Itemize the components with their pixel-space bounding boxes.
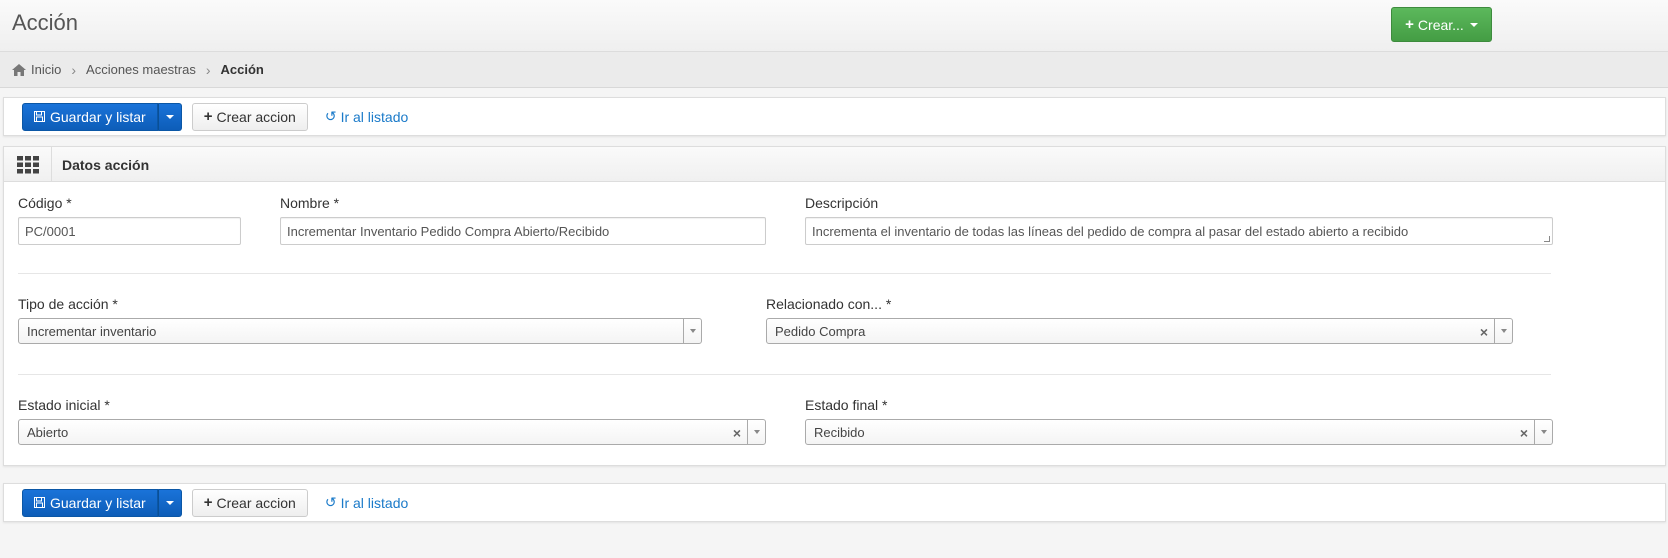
estado-inicial-select[interactable]: Abierto × — [18, 419, 766, 445]
plus-icon: + — [203, 494, 213, 511]
save-button-group: Guardar y listar — [22, 488, 182, 517]
codigo-label: Código * — [18, 195, 72, 211]
save-icon — [34, 111, 45, 122]
descripcion-value: Incrementa el inventario de todas las lí… — [812, 224, 1409, 239]
save-icon — [34, 497, 45, 508]
clear-icon[interactable]: × — [733, 425, 741, 441]
save-button-group: Guardar y listar — [22, 102, 182, 131]
chevron-down-icon — [1469, 22, 1478, 27]
save-and-list-button[interactable]: Guardar y listar — [22, 488, 158, 517]
dropdown-arrow-icon[interactable] — [1494, 319, 1512, 343]
nombre-input[interactable]: Incrementar Inventario Pedido Compra Abi… — [280, 217, 766, 245]
chevron-right-icon: › — [71, 61, 77, 78]
home-icon — [12, 63, 26, 76]
relacionado-select[interactable]: Pedido Compra × — [766, 318, 1513, 344]
plus-icon: + — [1405, 16, 1414, 33]
breadcrumb-home[interactable]: Inicio — [31, 62, 61, 77]
descripcion-label: Descripción — [805, 195, 879, 211]
undo-icon: ↺ — [324, 108, 337, 124]
estado-inicial-label: Estado inicial * — [18, 397, 110, 413]
create-action-label: Crear accion — [216, 494, 296, 511]
save-options-dropdown[interactable] — [157, 488, 182, 517]
bottom-toolbar: Guardar y listar + Crear accion ↺ Ir al … — [3, 483, 1666, 522]
divider — [18, 273, 1551, 274]
save-button-label: Guardar y listar — [50, 494, 146, 511]
codigo-input[interactable]: PC/0001 — [18, 217, 241, 245]
estado-final-label: Estado final * — [805, 397, 888, 413]
create-button-label: Crear... — [1417, 16, 1464, 33]
dropdown-arrow-icon[interactable] — [747, 420, 765, 444]
save-button-label: Guardar y listar — [50, 108, 146, 125]
page-header: Acción + Crear... — [0, 0, 1668, 52]
relacionado-value: Pedido Compra — [775, 324, 866, 339]
top-toolbar: Guardar y listar + Crear accion ↺ Ir al … — [3, 97, 1666, 136]
chevron-down-icon — [165, 114, 174, 119]
grid-icon — [16, 155, 39, 173]
page-title: Acción — [12, 10, 79, 35]
relacionado-label: Relacionado con... * — [766, 296, 892, 312]
panel-heading: Datos acción — [4, 147, 1665, 182]
estado-inicial-value: Abierto — [27, 425, 69, 440]
dropdown-arrow-icon[interactable] — [1534, 420, 1552, 444]
breadcrumb-acciones-maestras[interactable]: Acciones maestras — [86, 62, 196, 77]
go-to-list-link[interactable]: ↺ Ir al listado — [325, 494, 408, 511]
save-options-dropdown[interactable] — [157, 102, 182, 131]
estado-final-value: Recibido — [814, 425, 865, 440]
descripcion-textarea[interactable]: Incrementa el inventario de todas las lí… — [805, 217, 1553, 245]
divider — [18, 374, 1551, 375]
clear-icon[interactable]: × — [1480, 324, 1488, 340]
tipo-accion-value: Incrementar inventario — [27, 324, 157, 339]
breadcrumb-current: Acción — [220, 62, 264, 77]
chevron-down-icon — [165, 500, 174, 505]
create-dropdown-button[interactable]: + Crear... — [1391, 7, 1492, 42]
panel-toggle[interactable] — [4, 147, 52, 182]
panel-title: Datos acción — [62, 157, 150, 173]
create-action-button[interactable]: + Crear accion — [191, 488, 308, 517]
chevron-right-icon: › — [205, 61, 211, 78]
save-and-list-button[interactable]: Guardar y listar — [22, 102, 158, 131]
nombre-label: Nombre * — [280, 195, 340, 211]
create-action-label: Crear accion — [216, 108, 296, 125]
create-action-button[interactable]: + Crear accion — [191, 102, 308, 131]
estado-final-select[interactable]: Recibido × — [805, 419, 1553, 445]
resize-handle[interactable] — [1544, 236, 1550, 242]
dropdown-arrow-icon[interactable] — [683, 319, 701, 343]
tipo-accion-select[interactable]: Incrementar inventario — [18, 318, 702, 344]
tipo-accion-label: Tipo de acción * — [18, 296, 118, 312]
action-data-panel: Datos acción Código * PC/0001 Nombre * I… — [3, 146, 1666, 466]
plus-icon: + — [203, 108, 213, 125]
go-to-list-label: Ir al listado — [340, 108, 409, 125]
undo-icon: ↺ — [324, 494, 337, 510]
go-to-list-label: Ir al listado — [340, 494, 409, 511]
breadcrumb: Inicio › Acciones maestras › Acción — [0, 52, 1668, 88]
clear-icon[interactable]: × — [1520, 425, 1528, 441]
go-to-list-link[interactable]: ↺ Ir al listado — [325, 108, 408, 125]
